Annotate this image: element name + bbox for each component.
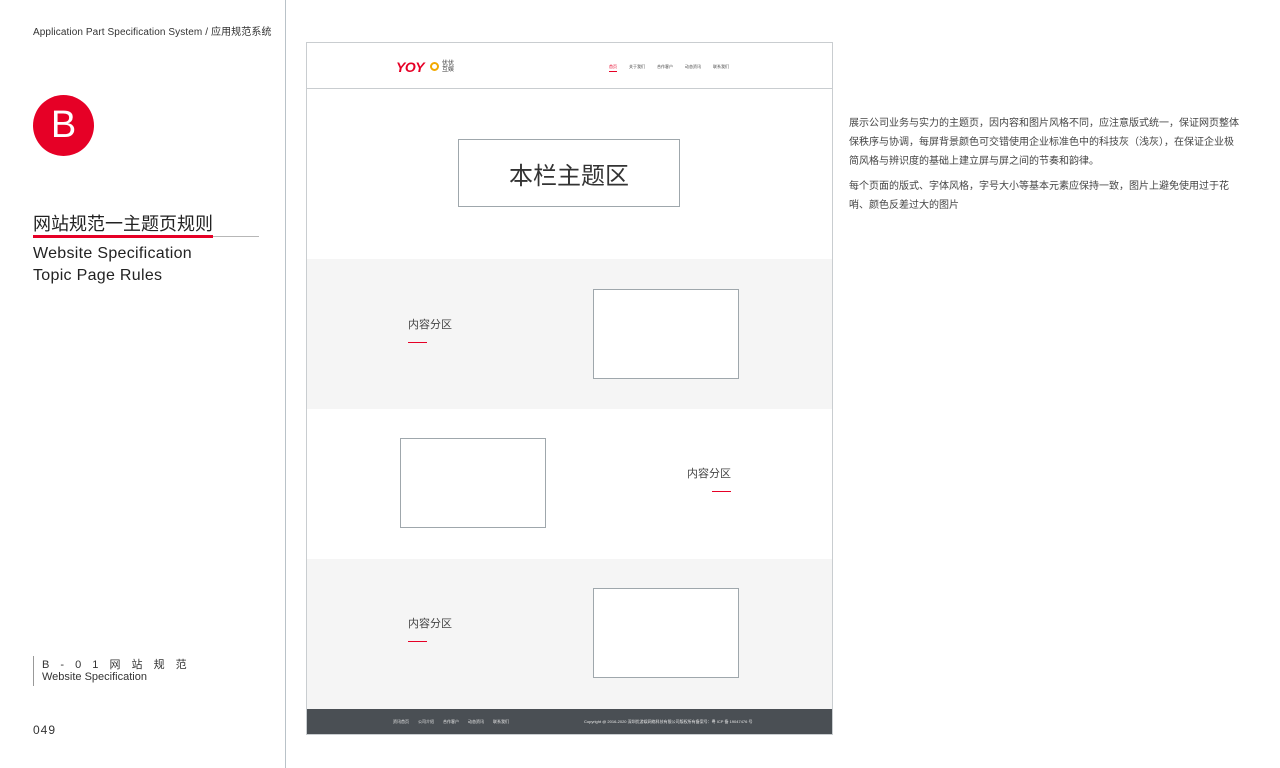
logo-ring-icon — [430, 62, 439, 71]
mockup-navbar: YOY 优优互娱 首页 关于我们 合作客户 动态资讯 联系我们 — [307, 43, 832, 89]
description-paragraph-1: 展示公司业务与实力的主题页，因内容和图片风格不同，应注意版式统一，保证网页整体保… — [849, 118, 1239, 167]
section-1-accent-line — [408, 342, 427, 343]
nav-item-contact[interactable]: 联系我们 — [713, 64, 729, 70]
mockup-footer: 资讯首页 公司介绍 合作客户 动态资讯 联系我们 Copyright @ 201… — [307, 709, 832, 734]
section-2-label: 内容分区 — [687, 468, 731, 480]
mockup-nav-menu: 首页 关于我们 合作客户 动态资讯 联系我们 — [609, 64, 729, 72]
section-2-image-placeholder — [400, 438, 546, 528]
page-title-en-line2: Topic Page Rules — [33, 267, 163, 284]
content-section-1: 内容分区 — [307, 259, 832, 409]
nav-item-home[interactable]: 首页 — [609, 64, 617, 72]
content-section-3: 内容分区 — [307, 559, 832, 709]
website-mockup: YOY 优优互娱 首页 关于我们 合作客户 动态资讯 联系我们 本栏主题区 内容… — [306, 42, 833, 735]
footer-link-about[interactable]: 公司介绍 — [418, 719, 434, 725]
mockup-hero: 本栏主题区 — [307, 89, 832, 259]
section-badge: B — [33, 95, 94, 156]
section-code-cn: B - 0 1 网 站 规 范 — [42, 659, 191, 671]
footer-link-news[interactable]: 动态资讯 — [468, 719, 484, 725]
footer-links: 资讯首页 公司介绍 合作客户 动态资讯 联系我们 — [393, 719, 509, 725]
section-3-image-placeholder — [593, 588, 739, 678]
nav-item-news[interactable]: 动态资讯 — [685, 64, 701, 70]
hero-topic-box: 本栏主题区 — [458, 139, 680, 207]
left-panel: Application Part Specification System / … — [0, 0, 286, 768]
section-3-label: 内容分区 — [408, 618, 452, 630]
header-title: Application Part Specification System / … — [33, 27, 272, 38]
section-3-accent-line — [408, 641, 427, 642]
footer-link-contact[interactable]: 联系我们 — [493, 719, 509, 725]
section-code-en: Website Specification — [42, 671, 147, 683]
title-accent-bar — [33, 235, 213, 238]
section-1-label: 内容分区 — [408, 319, 452, 331]
logo-cn: 优优互娱 — [442, 61, 455, 73]
description: 展示公司业务与实力的主题页，因内容和图片风格不同，应注意版式统一，保证网页整体保… — [849, 114, 1241, 221]
page-number: 049 — [33, 723, 57, 737]
footer-copyright: Copyright @ 2016-2020 深圳优游娱网络科技有限公司版权所有备… — [584, 719, 753, 724]
footer-link-clients[interactable]: 合作客户 — [443, 719, 459, 725]
section-code-bar — [33, 656, 34, 686]
vertical-divider — [285, 0, 286, 768]
section-1-image-placeholder — [593, 289, 739, 379]
logo-text: YOY — [396, 59, 425, 75]
footer-link-home[interactable]: 资讯首页 — [393, 719, 409, 725]
description-paragraph-2: 每个页面的版式、字体风格，字号大小等基本元素应保持一致，图片上避免使用过于花哨、… — [849, 181, 1229, 211]
nav-item-about[interactable]: 关于我们 — [629, 64, 645, 70]
content-section-2: 内容分区 — [307, 409, 832, 559]
section-2-accent-line — [712, 491, 731, 492]
nav-item-clients[interactable]: 合作客户 — [657, 64, 673, 70]
page-title-en-line1: Website Specification — [33, 245, 192, 262]
page-title-cn: 网站规范一主题页规则 — [33, 214, 213, 234]
